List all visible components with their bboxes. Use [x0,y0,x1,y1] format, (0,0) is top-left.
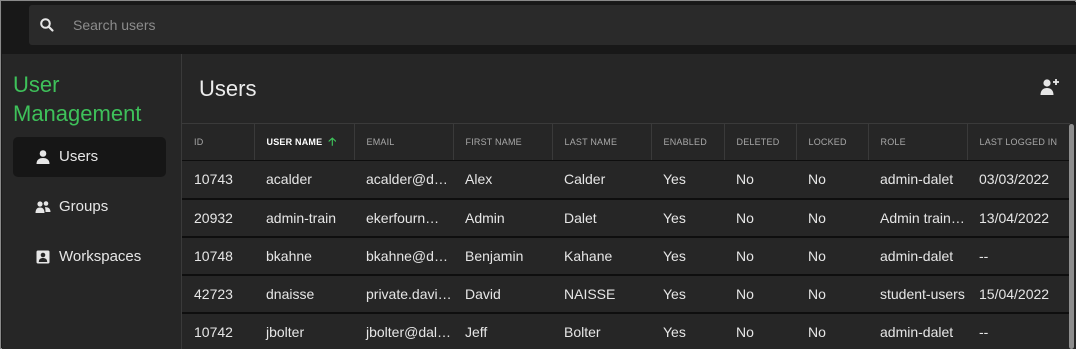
cell-last-name: Kahane [552,236,651,276]
cell-deleted: No [724,312,796,349]
cell-last-name: Calder [552,160,651,200]
cell-user-name: admin-train [254,198,354,238]
cell-last-logged-in: 15/04/2022 [967,274,1070,314]
column-header-last-name[interactable]: LAST NAME [552,123,652,161]
users-table: ID USER NAME 🡡 EMAIL FIRST NAME LAST NAME… [182,123,1070,349]
table-row[interactable]: 10743acalderacalder@dalet.comAlexCalderY… [182,160,1070,200]
column-header-deleted[interactable]: DELETED [724,123,797,161]
cell-id: 10748 [182,236,254,276]
cell-first-name: Admin [453,198,552,238]
sidebar-item-label: Groups [59,198,109,215]
search-input[interactable] [73,5,973,45]
cell-first-name: David [453,274,552,314]
person-icon [36,150,50,164]
cell-last-name: NAISSE [552,274,651,314]
app-title-line1: User [13,72,60,97]
search-icon [40,18,54,32]
cell-last-logged-in: -- [967,312,1070,349]
cell-enabled: Yes [651,312,724,349]
cell-email: private.david.naisse [354,274,453,314]
group-icon [35,201,51,213]
table-row[interactable]: 42723dnaisseprivate.david.naisseDavidNAI… [182,274,1070,314]
cell-role: admin-dalet [868,312,967,349]
cell-enabled: Yes [651,236,724,276]
scrollbar-thumb[interactable] [1069,124,1074,349]
cell-user-name: dnaisse [254,274,354,314]
cell-id: 20932 [182,198,254,238]
page-title: Users [199,76,257,101]
cell-deleted: No [724,274,796,314]
cell-deleted: No [724,160,796,200]
cell-email: bkahne@dalet.com [354,236,453,276]
column-header-role[interactable]: ROLE [868,123,968,161]
cell-enabled: Yes [651,274,724,314]
workspace-icon [36,250,50,264]
column-header-first-name[interactable]: FIRST NAME [453,123,553,161]
table-row[interactable]: 10748bkahnebkahne@dalet.comBenjaminKahan… [182,236,1070,276]
column-header-locked[interactable]: LOCKED [796,123,869,161]
table-header-row: ID USER NAME 🡡 EMAIL FIRST NAME LAST NAME… [182,123,1070,161]
cell-role: Admin training [868,198,967,238]
cell-last-logged-in: 03/03/2022 [967,160,1070,200]
cell-id: 42723 [182,274,254,314]
main-panel: Users ID USER NAME 🡡 EMAIL FIRST NAME LAS… [182,54,1076,349]
sort-ascending-icon: 🡡 [328,135,337,148]
cell-first-name: Benjamin [453,236,552,276]
column-header-id[interactable]: ID [182,123,255,161]
cell-last-logged-in: -- [967,236,1070,276]
add-user-icon[interactable] [1040,78,1060,96]
cell-role: admin-dalet [868,160,967,200]
table-row[interactable]: 10742jbolterjbolter@dalet.comJeffBolterY… [182,312,1070,349]
cell-user-name: acalder [254,160,354,200]
cell-first-name: Alex [453,160,552,200]
app-title: User Management [13,70,141,128]
cell-first-name: Jeff [453,312,552,349]
sidebar-item-label: Workspaces [59,248,142,265]
app-title-line2: Management [13,101,142,126]
sidebar-item-groups[interactable]: Groups [13,187,166,227]
cell-deleted: No [724,198,796,238]
cell-locked: No [796,160,868,200]
cell-email: ekerfourn@dalet.com [354,198,453,238]
table-row[interactable]: 20932admin-trainekerfourn@dalet.comAdmin… [182,198,1070,238]
column-header-enabled[interactable]: ENABLED [651,123,725,161]
column-header-email[interactable]: EMAIL [354,123,454,161]
cell-locked: No [796,198,868,238]
cell-role: student-users [868,274,967,314]
sidebar-item-users[interactable]: Users [13,137,166,177]
cell-last-name: Bolter [552,312,651,349]
cell-last-logged-in: 13/04/2022 [967,198,1070,238]
cell-enabled: Yes [651,160,724,200]
column-header-user-name[interactable]: USER NAME 🡡 [254,123,355,161]
cell-deleted: No [724,236,796,276]
cell-id: 10742 [182,312,254,349]
sidebar-item-label: Users [59,148,99,165]
search-box[interactable] [29,5,1076,45]
cell-locked: No [796,274,868,314]
table-body: 10743acalderacalder@dalet.comAlexCalderY… [182,160,1070,349]
cell-id: 10743 [182,160,254,200]
sidebar-item-workspaces[interactable]: Workspaces [13,237,166,277]
cell-locked: No [796,312,868,349]
vertical-scrollbar[interactable] [1069,124,1074,349]
cell-email: acalder@dalet.com [354,160,453,200]
cell-user-name: bkahne [254,236,354,276]
column-header-last-logged-in[interactable]: LAST LOGGED IN [967,123,1070,161]
search-bar [2,2,1076,54]
cell-last-name: Dalet [552,198,651,238]
cell-enabled: Yes [651,198,724,238]
cell-user-name: jbolter [254,312,354,349]
sidebar: User Management Users Groups Workspaces [2,54,181,349]
cell-role: admin-dalet [868,236,967,276]
cell-email: jbolter@dalet.com [354,312,453,349]
cell-locked: No [796,236,868,276]
